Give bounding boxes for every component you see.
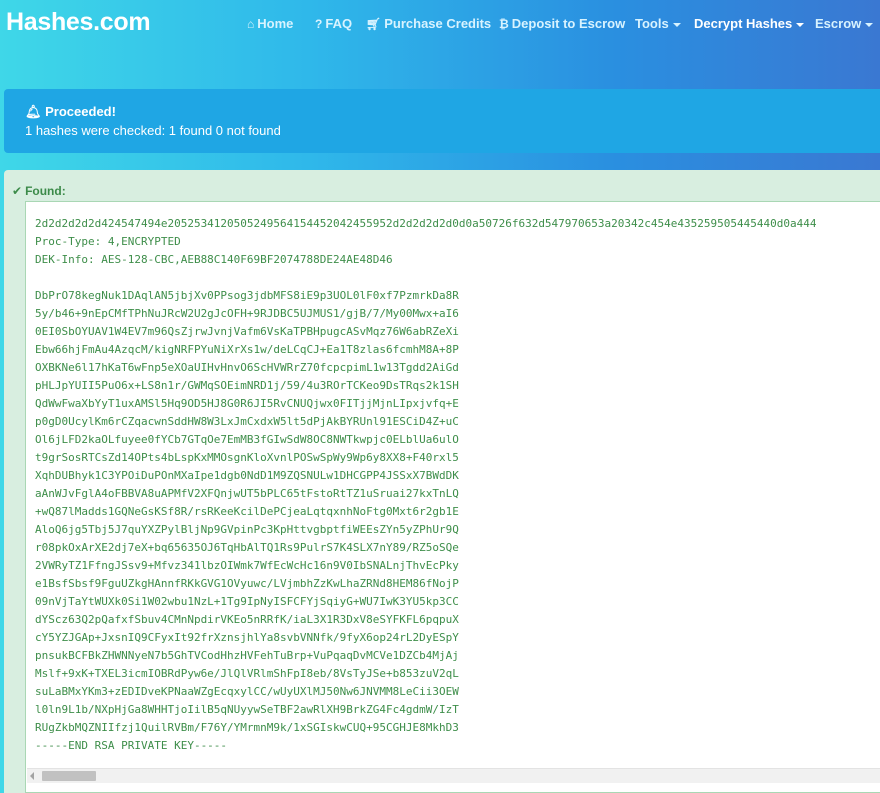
key-line: r08pkOxArXE2dj7eX+bq65635OJ6TqHbAlTQ1Rs9… <box>35 541 459 554</box>
caret-down-icon <box>796 22 805 27</box>
nav-tools-dropdown[interactable]: Tools <box>635 16 681 31</box>
scroll-left-arrow-icon[interactable] <box>30 772 34 780</box>
key-line: cY5YZJGAp+JxsnIQ9CFyxIt92frXznsjhlYa8svb… <box>35 631 459 644</box>
nav-decrypt-hashes-dropdown[interactable]: Decrypt Hashes <box>694 16 805 31</box>
found-panel: ✔ Found: 2d2d2d2d2d424547494e205253412050… <box>4 170 880 793</box>
key-line: l0ln9L1b/NXpHjGa8WHHTjoIilB5qNUyywSeTBF2… <box>35 703 459 716</box>
bell-icon: 🔔︎ <box>25 104 42 119</box>
alert-title: 🔔︎ Proceeded! <box>25 104 116 120</box>
key-line: 0EI0SbOYUAV1W4EV7m96QsZjrwJvnjVafm6VsKaT… <box>35 325 459 338</box>
key-line: p0gD0UcylKm6rCZqacwnSddHW8W3LxJmCxdxW5lt… <box>35 415 459 428</box>
cart-icon: 🛒︎ <box>366 17 382 31</box>
nav-faq[interactable]: ? FAQ <box>315 16 352 31</box>
key-line: XqhDUBhyk1C3YPOiDuPOnMXaIpe1dgb0NdD1M9ZQ… <box>35 469 459 482</box>
key-line: suLaBMxYKm3+zEDIDveKPNaaWZgEcqxylCC/wUyU… <box>35 685 459 698</box>
key-line: DbPrO78kegNuk1DAqlAN5jbjXv0PPsog3jdbMFS8… <box>35 289 459 302</box>
key-line: 2VWRyTZ1FfngJSsv9+Mfvz341lbzOIWmk7WfEcWc… <box>35 559 459 572</box>
key-line: dYScz63Q2pQafxfSbuv4CMnNpdirVKEo5nRRfK/i… <box>35 613 459 626</box>
key-line: OXBKNe6l17hKaT6wFnp5eXOaUIHvHnvO6ScHVWRr… <box>35 361 459 374</box>
key-line: AloQ6jg5Tbj5J7quYXZPylBljNp9GVpinPc3KpHt… <box>35 523 459 536</box>
scrollbar-thumb[interactable] <box>42 771 96 781</box>
nav-tools-label: Tools <box>635 16 669 31</box>
nav-purchase-label: Purchase Credits <box>384 16 492 31</box>
found-result-content: 2d2d2d2d2d424547494e20525341205052495641… <box>35 215 816 755</box>
nav-purchase-credits[interactable]: 🛒︎ Purchase Credits <box>366 16 491 31</box>
nav-faq-label: FAQ <box>325 16 353 31</box>
key-line: +wQ87lMadds1GQNeGsKSf8R/rsRKeeKcilDePCje… <box>35 505 459 518</box>
nav-home-label: Home <box>257 16 294 31</box>
key-line: pHLJpYUII5PuO6x+LS8n1r/GWMqSOEimNRD1j/59… <box>35 379 459 392</box>
question-icon: ? <box>315 17 323 31</box>
brand-logo[interactable]: Hashes.com <box>6 8 151 37</box>
found-header-line: Proc-Type: 4,ENCRYPTED <box>35 235 181 248</box>
caret-down-icon <box>865 22 874 27</box>
found-title: ✔ Found: <box>12 184 66 198</box>
nav-escrow-label: Escrow <box>815 16 862 31</box>
key-line: e1BsfSbsf9FguUZkgHAnnfRKkGVG1OVyuwc/LVjm… <box>35 577 459 590</box>
key-line: Ebw66hjFmAu4AzqcM/kigNRFPYuNiXrXs1w/deLC… <box>35 343 459 356</box>
alert-message: 1 hashes were checked: 1 found 0 not fou… <box>25 123 281 138</box>
key-line: Ol6jLFD2kaOLfuyee0fYCb7GTqOe7EmMB3fGIwSd… <box>35 433 459 446</box>
key-line: 5y/b46+9nEpCMfTPhNuJRcW2U2gJcOFH+9RJDBC5… <box>35 307 459 320</box>
key-line: 09nVjTaYtWUXk0Si1W02wbu1NzL+1Tg9IpNyISFC… <box>35 595 459 608</box>
found-title-text: Found: <box>25 184 66 198</box>
alert-title-text: Proceeded! <box>45 104 116 119</box>
found-header-line: DEK-Info: AES-128-CBC,AEB88C140F69BF2074… <box>35 253 393 266</box>
key-line: RUgZkbMQZNIIfzj1QuilRVBm/F76Y/YMrmnM9k/1… <box>35 721 459 734</box>
nav-deposit-escrow[interactable]: ₿ Deposit to Escrow <box>499 16 625 31</box>
check-icon: ✔ <box>12 184 23 198</box>
home-icon: ⌂ <box>247 17 255 31</box>
key-line: pnsukBCFBkZHWNNyeN7b5GhTVCodHhzHVFehTuBr… <box>35 649 459 662</box>
caret-down-icon <box>672 22 681 27</box>
key-line: aAnWJvFglA4oFBBVA8uAPMfV2XFQnjwUT5bPLC65… <box>35 487 459 500</box>
nav-deposit-label: Deposit to Escrow <box>511 16 626 31</box>
nav-decrypt-label: Decrypt Hashes <box>694 16 793 31</box>
key-line: -----END RSA PRIVATE KEY----- <box>35 739 228 752</box>
key-line: QdWwFwaXbYyT1uxAMSl5Hq9OD5HJ8G0R6JI5RvCN… <box>35 397 459 410</box>
nav-home[interactable]: ⌂ Home <box>247 16 293 31</box>
key-line: t9grSosRTCsZd14OPts4bLspKxMMOsgnKloXvnlP… <box>35 451 459 464</box>
bitcoin-icon: ₿ <box>499 17 509 31</box>
found-header-line: 2d2d2d2d2d424547494e20525341205052495641… <box>35 217 817 230</box>
horizontal-scrollbar[interactable] <box>27 768 880 783</box>
nav-escrow-dropdown[interactable]: Escrow <box>815 16 874 31</box>
found-result-textarea[interactable]: 2d2d2d2d2d424547494e20525341205052495641… <box>25 201 880 793</box>
top-navbar: Hashes.com ⌂ Home ? FAQ 🛒︎ Purchase Credits… <box>0 0 880 48</box>
proceeded-alert: 🔔︎ Proceeded! 1 hashes were checked: 1 f… <box>4 89 880 153</box>
key-line: Mslf+9xK+TXEL3icmIOBRdPyw6e/JlQlVRlmShFp… <box>35 667 459 680</box>
